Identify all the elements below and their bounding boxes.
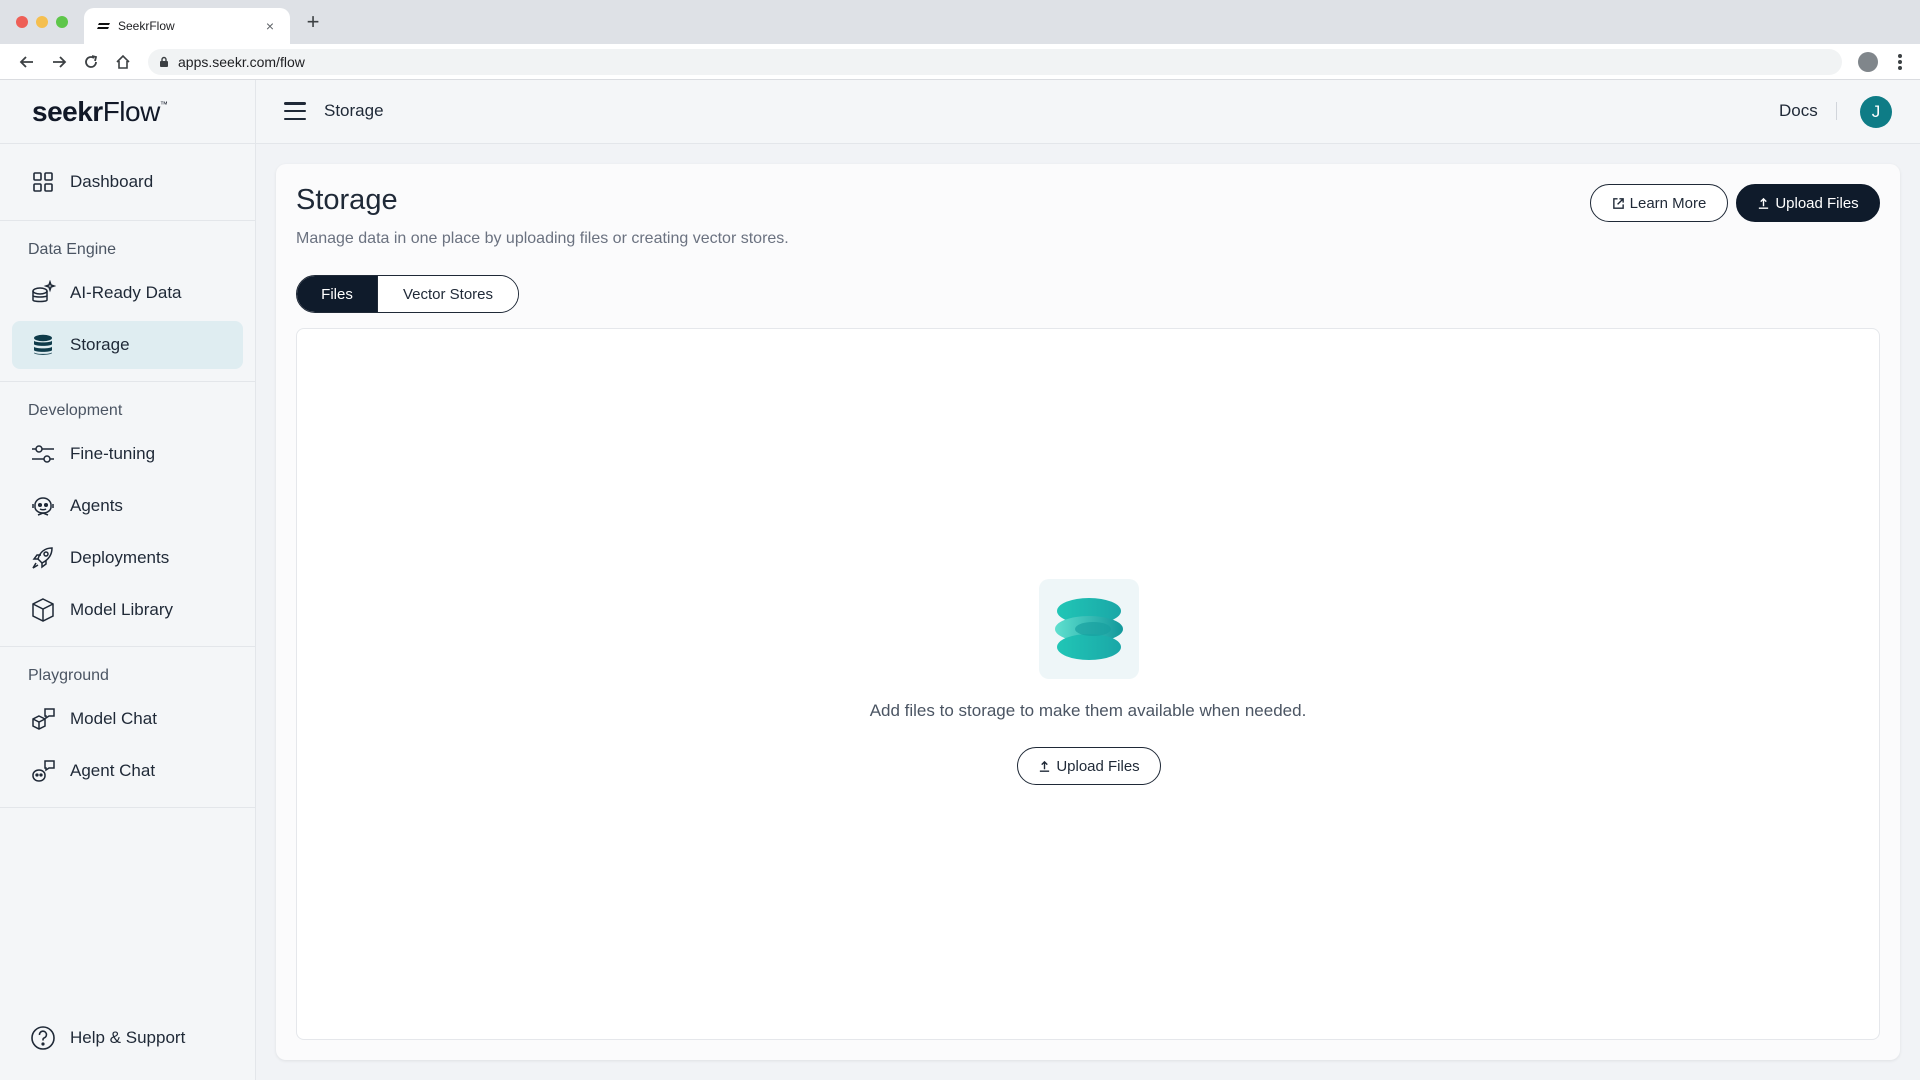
learn-more-button[interactable]: Learn More bbox=[1590, 184, 1728, 222]
browser-tab[interactable]: SeekrFlow × bbox=[84, 8, 290, 44]
sidebar-item-label: Storage bbox=[70, 335, 130, 354]
address-bar[interactable]: apps.seekr.com/flow bbox=[148, 49, 1842, 75]
empty-state-message: Add files to storage to make them availa… bbox=[869, 701, 1307, 720]
browser-toolbar: apps.seekr.com/flow bbox=[0, 44, 1920, 80]
model-chat-icon bbox=[30, 706, 56, 732]
app: seekrFlow™ Dashboard Data Engine AI-Read… bbox=[0, 80, 1920, 1080]
browser-tab-strip: SeekrFlow × + bbox=[0, 0, 1920, 44]
sidebar-item-agent-chat[interactable]: Agent Chat bbox=[12, 747, 243, 795]
database-sparkle-icon bbox=[30, 280, 56, 306]
tab-files[interactable]: Files bbox=[297, 276, 377, 312]
nav-heading-data-engine: Data Engine bbox=[28, 241, 117, 258]
tab-vector-stores[interactable]: Vector Stores bbox=[377, 276, 518, 312]
agent-chat-icon bbox=[30, 758, 56, 784]
sidebar-item-label: Help & Support bbox=[70, 1028, 186, 1047]
upload-files-button[interactable]: Upload Files bbox=[1736, 184, 1880, 222]
back-icon[interactable] bbox=[16, 51, 38, 73]
lock-icon bbox=[160, 56, 168, 67]
sidebar-item-label: Agent Chat bbox=[70, 761, 156, 780]
url-text: apps.seekr.com/flow bbox=[178, 54, 305, 70]
topbar-title: Storage bbox=[324, 101, 384, 120]
storage-tab-switcher: Files Vector Stores bbox=[296, 275, 519, 313]
top-bar: Storage Docs J bbox=[256, 80, 1920, 144]
page-title: Storage bbox=[296, 184, 398, 216]
sidebar-item-label: Model Chat bbox=[70, 709, 157, 728]
nav-section-playground: Playground Model Chat Agent Chat bbox=[0, 647, 255, 808]
sidebar-item-deployments[interactable]: Deployments bbox=[12, 534, 243, 582]
avatar[interactable]: J bbox=[1860, 96, 1892, 128]
new-tab-button[interactable]: + bbox=[302, 11, 324, 34]
help-circle-icon bbox=[30, 1025, 56, 1051]
sliders-icon bbox=[30, 441, 56, 467]
sidebar-item-ai-ready-data[interactable]: AI-Ready Data bbox=[12, 269, 243, 317]
nav-section-main: Dashboard bbox=[0, 144, 255, 221]
browser-tab-title: SeekrFlow bbox=[118, 19, 175, 33]
cube-icon bbox=[30, 597, 56, 623]
upload-icon bbox=[1759, 197, 1769, 209]
tab-close-icon[interactable]: × bbox=[262, 18, 278, 34]
sidebar-item-label: Deployments bbox=[70, 548, 170, 567]
browser-menu-icon[interactable] bbox=[1890, 52, 1910, 72]
sidebar-item-dashboard[interactable]: Dashboard bbox=[12, 158, 243, 206]
topbar-divider bbox=[1836, 102, 1837, 120]
upload-icon bbox=[1040, 760, 1050, 772]
rocket-icon bbox=[30, 545, 56, 571]
seekr-favicon-icon bbox=[97, 23, 110, 29]
files-empty-panel: Add files to storage to make them availa… bbox=[296, 328, 1880, 1040]
sidebar: seekrFlow™ Dashboard Data Engine AI-Read… bbox=[0, 80, 256, 1080]
external-link-icon bbox=[1612, 197, 1624, 209]
logo-area: seekrFlow™ bbox=[0, 80, 255, 144]
docs-link[interactable]: Docs bbox=[1779, 101, 1818, 121]
sidebar-item-label: Agents bbox=[70, 496, 123, 515]
sidebar-item-model-library[interactable]: Model Library bbox=[12, 586, 243, 634]
page-subtitle: Manage data in one place by uploading fi… bbox=[296, 230, 789, 247]
sidebar-item-help-support[interactable]: Help & Support bbox=[12, 1014, 244, 1062]
sidebar-item-label: AI-Ready Data bbox=[70, 283, 182, 302]
learn-more-label: Learn More bbox=[1629, 194, 1707, 212]
reload-icon[interactable] bbox=[80, 51, 102, 73]
sidebar-item-label: Fine-tuning bbox=[70, 444, 156, 463]
seekrflow-logo[interactable]: seekrFlow™ bbox=[32, 96, 168, 128]
sidebar-item-fine-tuning[interactable]: Fine-tuning bbox=[12, 430, 243, 478]
nav-heading-development: Development bbox=[28, 402, 123, 419]
sidebar-item-label: Model Library bbox=[70, 600, 173, 619]
nav-section-data-engine: Data Engine AI-Ready Data Storage bbox=[0, 221, 255, 382]
storage-database-icon bbox=[30, 332, 56, 358]
sidebar-item-model-chat[interactable]: Model Chat bbox=[12, 695, 243, 743]
storage-card: Storage Manage data in one place by uplo… bbox=[276, 164, 1900, 1060]
home-icon[interactable] bbox=[112, 51, 134, 73]
sidebar-item-storage[interactable]: Storage bbox=[12, 321, 243, 369]
upload-files-label: Upload Files bbox=[1775, 194, 1859, 212]
browser-profile-icon[interactable] bbox=[1858, 52, 1878, 72]
window-minimize-button[interactable] bbox=[36, 16, 48, 28]
window-close-button[interactable] bbox=[16, 16, 28, 28]
window-maximize-button[interactable] bbox=[56, 16, 68, 28]
storage-empty-state-icon bbox=[1039, 579, 1139, 679]
sidebar-item-agents[interactable]: Agents bbox=[12, 482, 243, 530]
nav-section-development: Development Fine-tuning Agents Deploymen… bbox=[0, 382, 255, 647]
nav-heading-playground: Playground bbox=[28, 667, 109, 684]
agent-robot-icon bbox=[30, 493, 56, 519]
empty-upload-label: Upload Files bbox=[1056, 757, 1140, 775]
empty-upload-files-button[interactable]: Upload Files bbox=[1017, 747, 1161, 785]
menu-hamburger-icon[interactable] bbox=[284, 100, 306, 122]
sidebar-item-label: Dashboard bbox=[70, 172, 154, 191]
forward-icon[interactable] bbox=[48, 51, 70, 73]
dashboard-grid-icon bbox=[30, 169, 56, 195]
